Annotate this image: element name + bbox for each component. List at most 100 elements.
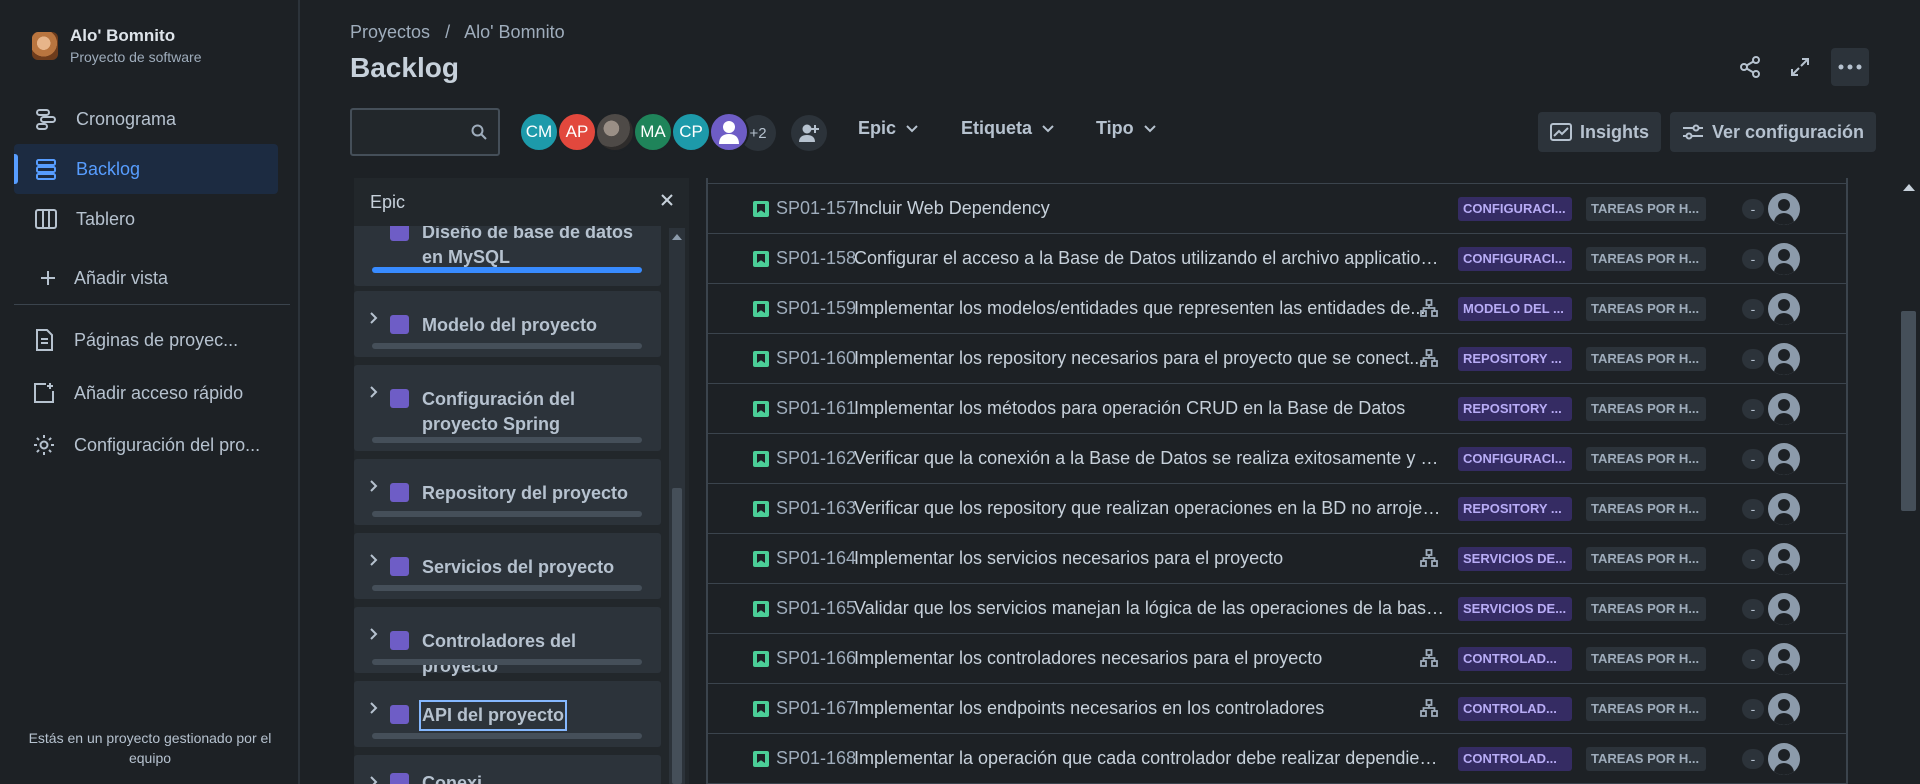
- label-lozenge[interactable]: TAREAS POR H...: [1586, 547, 1706, 571]
- sidebar-item-project-settings[interactable]: Configuración del pro...: [14, 420, 278, 470]
- add-view-button[interactable]: Añadir vista: [14, 253, 278, 303]
- issue-key[interactable]: SP01-167: [776, 698, 856, 719]
- child-issues-icon[interactable]: [1420, 699, 1438, 722]
- story-points-estimate[interactable]: -: [1742, 749, 1764, 769]
- unassigned-avatar[interactable]: [1768, 593, 1800, 625]
- story-points-estimate[interactable]: -: [1742, 449, 1764, 469]
- issue-row[interactable]: SP01-163 Verificar que los repository que…: [708, 484, 1846, 534]
- insights-button[interactable]: Insights: [1538, 112, 1662, 152]
- label-filter[interactable]: Etiqueta: [961, 118, 1054, 139]
- scrollbar-thumb[interactable]: [1901, 311, 1916, 511]
- story-points-estimate[interactable]: -: [1742, 699, 1764, 719]
- child-issues-icon[interactable]: [1420, 299, 1438, 322]
- story-points-estimate[interactable]: -: [1742, 299, 1764, 319]
- scroll-up-arrow[interactable]: [672, 234, 682, 240]
- issue-key[interactable]: SP01-160: [776, 348, 856, 369]
- story-points-estimate[interactable]: -: [1742, 199, 1764, 219]
- label-lozenge[interactable]: TAREAS POR H...: [1586, 397, 1706, 421]
- issue-row[interactable]: SP01-167 Implementar los endpoints necesa…: [708, 684, 1846, 734]
- epic-filter[interactable]: Epic: [858, 118, 918, 139]
- member-avatar[interactable]: [595, 112, 635, 152]
- epic-card[interactable]: Repository del proyecto: [354, 459, 661, 525]
- add-member-button[interactable]: [791, 115, 827, 151]
- epic-lozenge[interactable]: REPOSITORY ...: [1458, 497, 1572, 521]
- issue-key[interactable]: SP01-162: [776, 448, 856, 469]
- label-lozenge[interactable]: TAREAS POR H...: [1586, 497, 1706, 521]
- unassigned-avatar[interactable]: [1768, 243, 1800, 275]
- member-avatar[interactable]: CM: [519, 112, 559, 152]
- epic-card[interactable]: Modelo del proyecto: [354, 291, 661, 357]
- unassigned-avatar[interactable]: [1768, 743, 1800, 775]
- main-scrollbar[interactable]: [1897, 178, 1920, 784]
- label-lozenge[interactable]: TAREAS POR H...: [1586, 647, 1706, 671]
- child-issues-icon[interactable]: [1420, 349, 1438, 372]
- issue-row[interactable]: SP01-161 Implementar los métodos para ope…: [708, 384, 1846, 434]
- view-settings-button[interactable]: Ver configuración: [1670, 112, 1877, 152]
- story-points-estimate[interactable]: -: [1742, 499, 1764, 519]
- epic-card[interactable]: Controladores del proyecto: [354, 607, 661, 676]
- epic-lozenge[interactable]: REPOSITORY ...: [1458, 347, 1572, 371]
- sidebar-item-cronograma[interactable]: Cronograma: [14, 94, 278, 144]
- epic-lozenge[interactable]: CONTROLAD...: [1458, 647, 1572, 671]
- chevron-right-icon[interactable]: [370, 311, 378, 329]
- issue-key[interactable]: SP01-168: [776, 748, 856, 769]
- epic-card[interactable]: Configuración del proyecto Spring: [354, 365, 661, 451]
- project-header[interactable]: Alo' Bomnito Proyecto de software: [32, 26, 202, 65]
- more-actions-button[interactable]: [1831, 48, 1869, 86]
- breadcrumb-project[interactable]: Alo' Bomnito: [464, 22, 565, 42]
- epic-lozenge[interactable]: SERVICIOS DE...: [1458, 597, 1572, 621]
- label-lozenge[interactable]: TAREAS POR H...: [1586, 747, 1706, 771]
- scrollbar-thumb[interactable]: [672, 488, 682, 784]
- fullscreen-button[interactable]: [1781, 48, 1819, 86]
- issue-row[interactable]: SP01-159 Implementar los modelos/entidade…: [708, 284, 1846, 334]
- label-lozenge[interactable]: TAREAS POR H...: [1586, 197, 1706, 221]
- issue-row[interactable]: SP01-157 Incluir Web Dependency CONFIGURAC…: [708, 184, 1846, 234]
- story-points-estimate[interactable]: -: [1742, 399, 1764, 419]
- label-lozenge[interactable]: TAREAS POR H...: [1586, 347, 1706, 371]
- issue-key[interactable]: SP01-157: [776, 198, 856, 219]
- story-points-estimate[interactable]: -: [1742, 349, 1764, 369]
- sidebar-item-pages[interactable]: Páginas de proyec...: [14, 315, 278, 365]
- issue-row[interactable]: SP01-162 Verificar que la conexión a la B…: [708, 434, 1846, 484]
- label-lozenge[interactable]: TAREAS POR H...: [1586, 447, 1706, 471]
- scroll-up-arrow[interactable]: [1903, 184, 1915, 191]
- unassigned-avatar[interactable]: [1768, 193, 1800, 225]
- sidebar-item-backlog[interactable]: Backlog: [14, 144, 278, 194]
- epic-lozenge[interactable]: CONTROLAD...: [1458, 747, 1572, 771]
- issue-row[interactable]: SP01-165 Validar que los servicios maneja…: [708, 584, 1846, 634]
- issue-key[interactable]: SP01-165: [776, 598, 856, 619]
- story-points-estimate[interactable]: -: [1742, 599, 1764, 619]
- member-avatar[interactable]: CP: [671, 112, 711, 152]
- label-lozenge[interactable]: TAREAS POR H...: [1586, 597, 1706, 621]
- issue-key[interactable]: SP01-161: [776, 398, 856, 419]
- child-issues-icon[interactable]: [1420, 649, 1438, 672]
- issue-row[interactable]: SP01-158 Configurar el acceso a la Base d…: [708, 234, 1846, 284]
- unassigned-avatar[interactable]: [1768, 693, 1800, 725]
- epic-panel-scrollbar[interactable]: [669, 228, 685, 784]
- epic-card[interactable]: API del proyecto: [354, 681, 661, 747]
- epic-lozenge[interactable]: CONFIGURACI...: [1458, 197, 1572, 221]
- issue-row[interactable]: SP01-164 Implementar los servicios necesa…: [708, 534, 1846, 584]
- unassigned-avatar[interactable]: [1768, 643, 1800, 675]
- close-icon[interactable]: [659, 192, 675, 213]
- sidebar-item-add-shortcut[interactable]: Añadir acceso rápido: [14, 368, 278, 418]
- child-issues-icon[interactable]: [1420, 549, 1438, 572]
- member-avatar[interactable]: [709, 112, 749, 152]
- issue-row[interactable]: SP01-160 Implementar los repository neces…: [708, 334, 1846, 384]
- epic-lozenge[interactable]: REPOSITORY ...: [1458, 397, 1572, 421]
- issue-row[interactable]: SP01-166 Implementar los controladores ne…: [708, 634, 1846, 684]
- issue-key[interactable]: SP01-159: [776, 298, 856, 319]
- label-lozenge[interactable]: TAREAS POR H...: [1586, 697, 1706, 721]
- share-button[interactable]: [1731, 48, 1769, 86]
- issue-key[interactable]: SP01-163: [776, 498, 856, 519]
- epic-lozenge[interactable]: CONTROLAD...: [1458, 697, 1572, 721]
- chevron-right-icon[interactable]: [370, 701, 378, 719]
- sidebar-item-tablero[interactable]: Tablero: [14, 194, 278, 244]
- label-lozenge[interactable]: TAREAS POR H...: [1586, 297, 1706, 321]
- issue-key[interactable]: SP01-158: [776, 248, 856, 269]
- chevron-right-icon[interactable]: [370, 627, 378, 645]
- breadcrumb-projects[interactable]: Proyectos: [350, 22, 430, 42]
- unassigned-avatar[interactable]: [1768, 443, 1800, 475]
- story-points-estimate[interactable]: -: [1742, 649, 1764, 669]
- member-avatar[interactable]: MA: [633, 112, 673, 152]
